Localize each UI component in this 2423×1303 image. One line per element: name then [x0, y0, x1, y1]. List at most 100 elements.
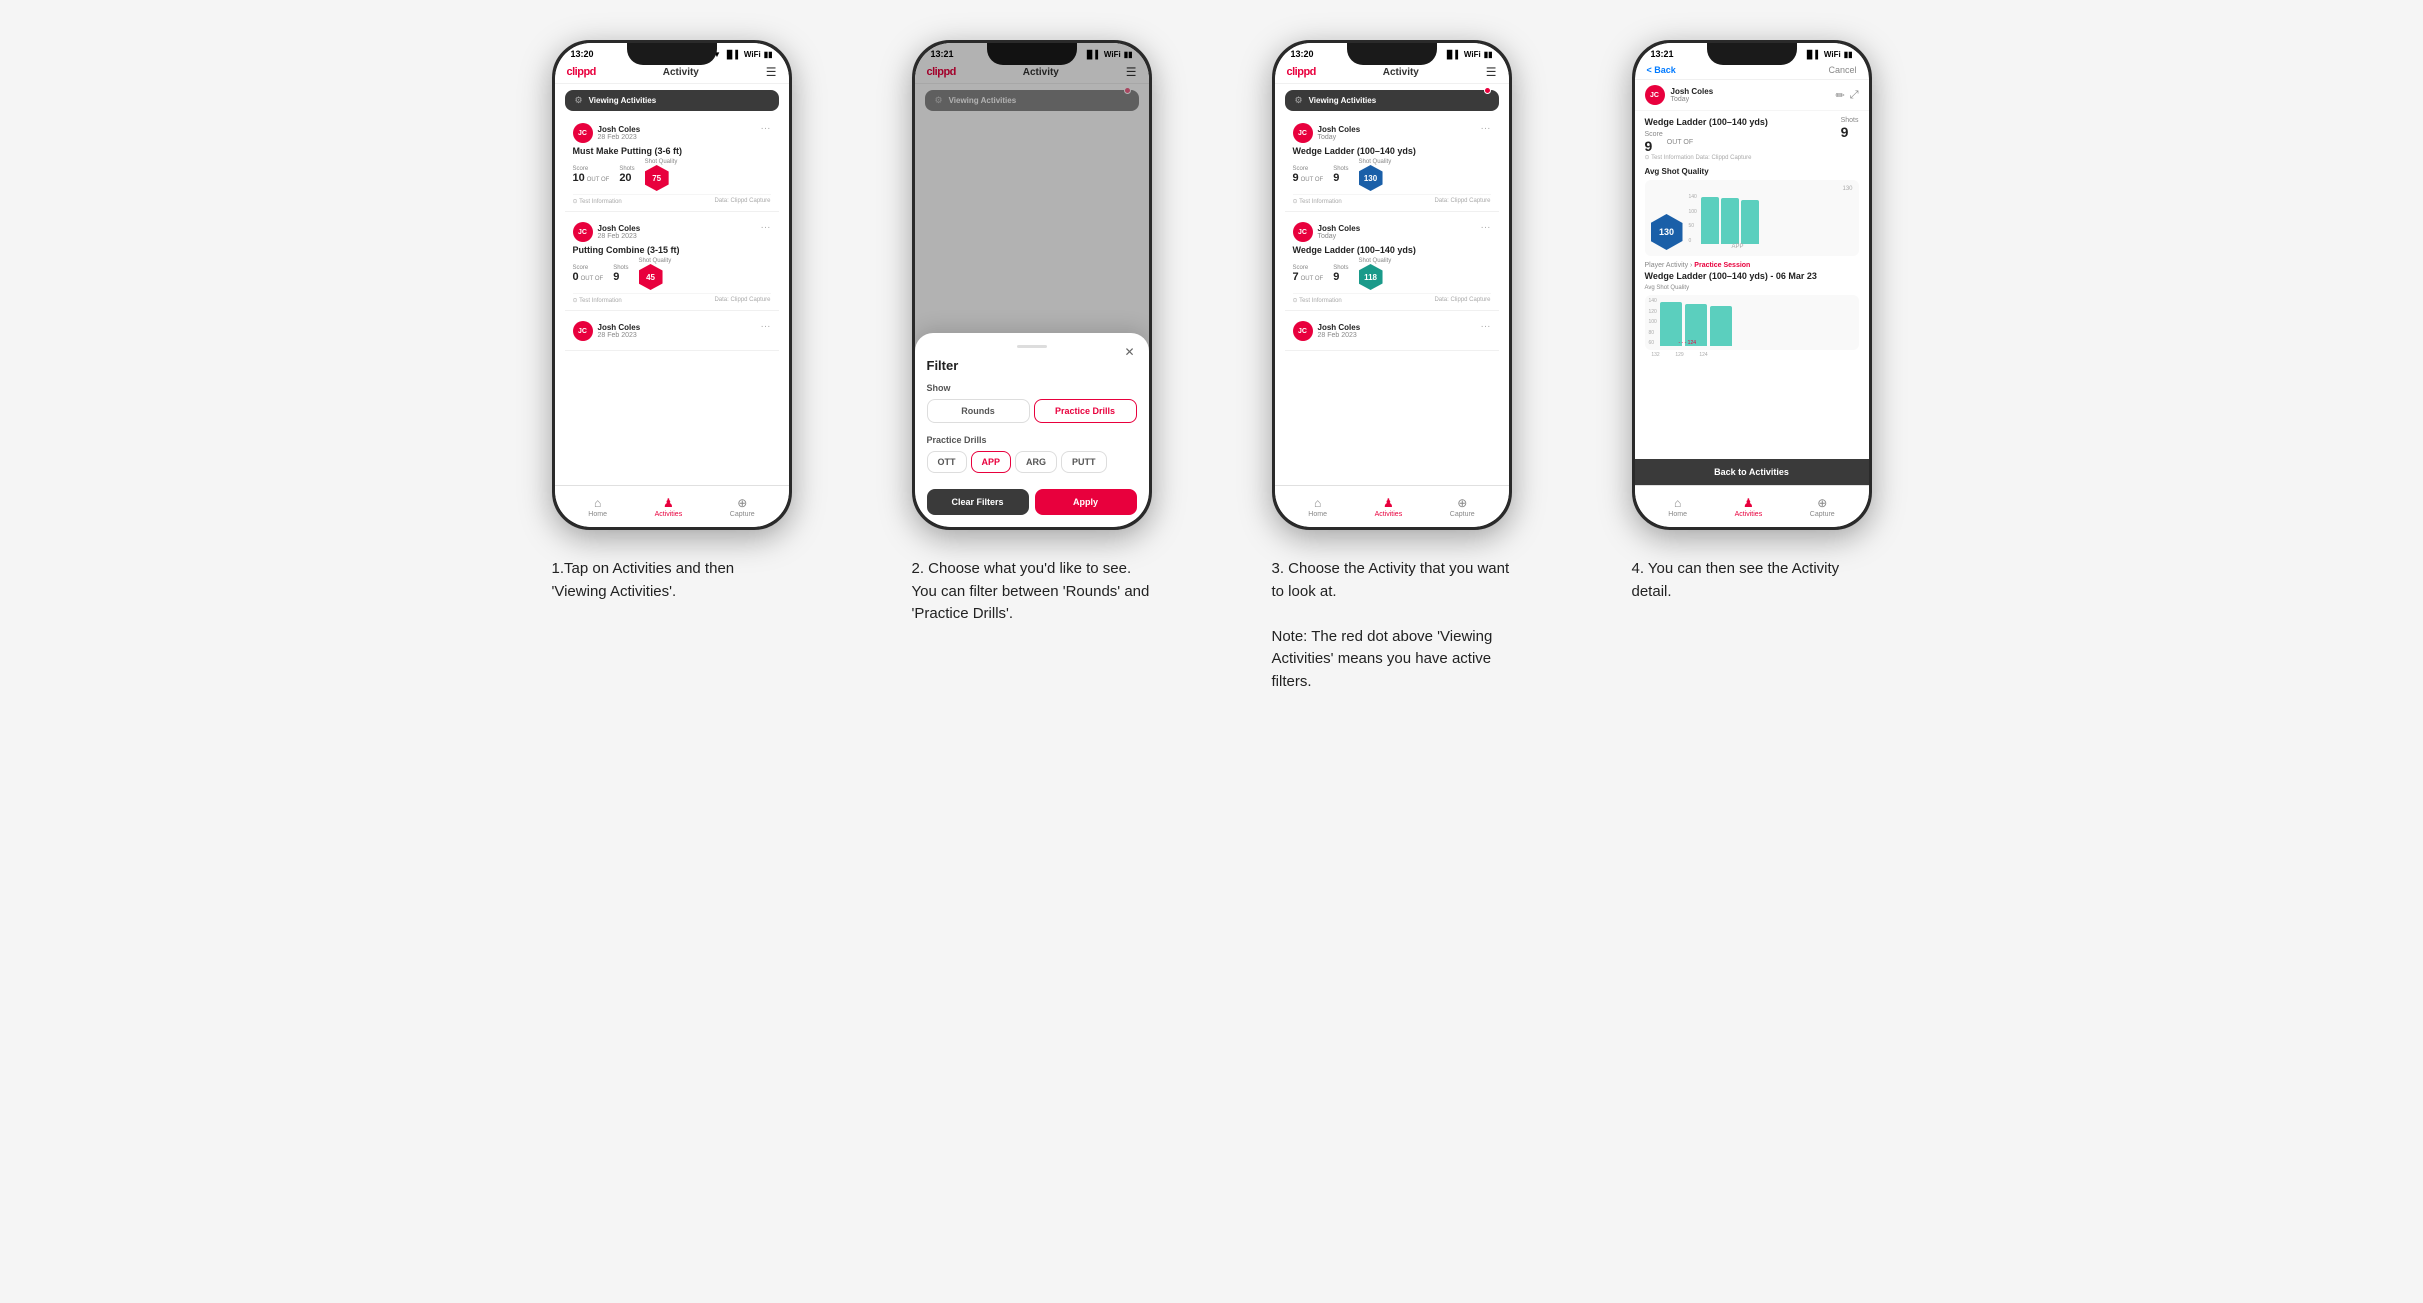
card-header-3-1: JC Josh Coles Today ··· — [1293, 123, 1491, 143]
practice-session-link[interactable]: Practice Session — [1694, 262, 1750, 269]
bottom-nav-1: ⌂ Home ♟ Activities ⊕ Capture — [555, 485, 789, 527]
clear-filters-button[interactable]: Clear Filters — [927, 489, 1029, 515]
bar-container: 140 100 50 0 — [1689, 194, 1853, 244]
user-date-1-1: 28 Feb 2023 — [598, 134, 641, 141]
stat-score-value-1-1: 10 OUT OF — [573, 172, 610, 184]
back-button[interactable]: < Back — [1647, 65, 1676, 75]
expand-icon[interactable]: ⤢ — [1850, 89, 1859, 102]
card-menu-1-1[interactable]: ··· — [761, 123, 771, 134]
status-time-1: 13:20 — [571, 49, 594, 59]
stat-shots-1-1: Shots 20 — [619, 166, 634, 184]
activities-icon-4: ♟ — [1743, 496, 1754, 510]
activity-card-1-1[interactable]: JC Josh Coles 28 Feb 2023 ··· Must Make … — [565, 117, 779, 212]
hamburger-icon-3[interactable]: ☰ — [1486, 65, 1497, 79]
user-date-3-2: Today — [1318, 233, 1361, 240]
modal-actions: Clear Filters Apply — [927, 489, 1137, 515]
card-title-1-1: Must Make Putting (3-6 ft) — [573, 146, 771, 156]
viewing-bar-text-1: Viewing Activities — [589, 96, 657, 105]
drill-group: OTT APP ARG PUTT — [927, 451, 1137, 473]
drill-btn-app[interactable]: APP — [971, 451, 1012, 473]
drill-btn-arg[interactable]: ARG — [1015, 451, 1057, 473]
drill-btn-putt[interactable]: PUTT — [1061, 451, 1107, 473]
phone-3: 13:20 ▐▌▌ WiFi ▮▮ clippd Activity ☰ ⚙ — [1272, 40, 1512, 530]
phone-1: 13:20 ▲ ▼ ▐▌▌ WiFi ▮▮ clippd Activity — [552, 40, 792, 530]
user-details-3-1: Josh Coles Today — [1318, 125, 1361, 141]
apply-button[interactable]: Apply — [1035, 489, 1137, 515]
card-menu-1-2[interactable]: ··· — [761, 222, 771, 233]
red-dot-3 — [1484, 87, 1491, 94]
card-menu-3-3[interactable]: ··· — [1481, 321, 1491, 332]
avg-sq-section-title: Avg Shot Quality — [1645, 167, 1859, 176]
phone-column-3: 13:20 ▐▌▌ WiFi ▮▮ clippd Activity ☰ ⚙ — [1232, 40, 1552, 693]
card-menu-3-1[interactable]: ··· — [1481, 123, 1491, 134]
edit-icon[interactable]: ✏ — [1835, 89, 1844, 102]
filter-modal-2: ✕ Filter Show Rounds Practice Drills Pra… — [915, 333, 1149, 527]
capture-icon-3: ⊕ — [1457, 496, 1467, 510]
caption-3: 3. Choose the Activity that you want to … — [1272, 558, 1512, 693]
nav-activities-4[interactable]: ♟ Activities — [1735, 496, 1763, 518]
nav-home-3[interactable]: ⌂ Home — [1308, 496, 1327, 518]
test-info-row: ⊙ Test Information Data: Clippd Capture — [1645, 154, 1859, 161]
status-icons-4: ▐▌▌ WiFi ▮▮ — [1804, 50, 1853, 59]
card-footer-1-2: ⊙ Test Information Data: Clippd Capture — [573, 293, 771, 304]
chart-y-labels: 140 100 50 0 — [1689, 194, 1697, 244]
viewing-bar-3[interactable]: ⚙ Viewing Activities — [1285, 90, 1499, 111]
activity-card-3-2[interactable]: JC Josh Coles Today ··· Wedge Ladder (10… — [1285, 216, 1499, 311]
caption-2: 2. Choose what you'd like to see. You ca… — [912, 558, 1152, 626]
nav-home-label-1: Home — [588, 511, 607, 518]
chart-label-row: APP — [1689, 244, 1853, 250]
card-footer-3-2: ⊙ Test Information Data: Clippd Capture — [1293, 293, 1491, 304]
toggle-practice-drills[interactable]: Practice Drills — [1034, 399, 1137, 423]
bar-3 — [1741, 200, 1759, 244]
drill-btn-ott[interactable]: OTT — [927, 451, 967, 473]
phone-column-4: 13:21 ▐▌▌ WiFi ▮▮ < Back Cancel JC — [1592, 40, 1912, 693]
activity-card-3-3[interactable]: JC Josh Coles 28 Feb 2023 ··· — [1285, 315, 1499, 351]
back-to-activities-button[interactable]: Back to Activities — [1635, 459, 1869, 485]
status-icons-3: ▐▌▌ WiFi ▮▮ — [1444, 50, 1493, 59]
nav-capture-1[interactable]: ⊕ Capture — [730, 496, 755, 518]
avatar-3-1: JC — [1293, 123, 1313, 143]
activity-card-1-3[interactable]: JC Josh Coles 28 Feb 2023 ··· — [565, 315, 779, 351]
modal-close-btn[interactable]: ✕ — [1124, 345, 1134, 359]
card-header-1-1: JC Josh Coles 28 Feb 2023 ··· — [573, 123, 771, 143]
nav-home-1[interactable]: ⌂ Home — [588, 496, 607, 518]
cancel-button[interactable]: Cancel — [1828, 65, 1856, 75]
filter-icon-1: ⚙ — [575, 95, 583, 106]
activity-card-3-1[interactable]: JC Josh Coles Today ··· Wedge Ladder (10… — [1285, 117, 1499, 212]
home-icon-4: ⌂ — [1674, 496, 1681, 510]
header-title-3: Activity — [1383, 67, 1419, 78]
hamburger-icon-1[interactable]: ☰ — [766, 65, 777, 79]
card-menu-3-2[interactable]: ··· — [1481, 222, 1491, 233]
nav-activities-3[interactable]: ♟ Activities — [1375, 496, 1403, 518]
nav-activities-1[interactable]: ♟ Activities — [655, 496, 683, 518]
hex-badge: 130 — [1651, 214, 1683, 250]
detail-shots-val: 9 — [1841, 124, 1859, 140]
stat-sq-1-2: Shot Quality 45 — [639, 258, 672, 290]
header-title-1: Activity — [663, 67, 699, 78]
user-info-1-1: JC Josh Coles 28 Feb 2023 — [573, 123, 641, 143]
viewing-bar-1[interactable]: ⚙ Viewing Activities — [565, 90, 779, 111]
stat-sq-1-1: Shot Quality 75 — [645, 159, 678, 191]
stat-shots-value-1-1: 20 — [619, 172, 634, 184]
card-menu-1-3[interactable]: ··· — [761, 321, 771, 332]
phone-column-1: 13:20 ▲ ▼ ▐▌▌ WiFi ▮▮ clippd Activity — [512, 40, 832, 693]
card-title-1-2: Putting Combine (3-15 ft) — [573, 245, 771, 255]
user-info-1-3: JC Josh Coles 28 Feb 2023 — [573, 321, 641, 341]
detail-drill-title: Wedge Ladder (100–140 yds) — [1645, 117, 1768, 127]
bar-2 — [1721, 198, 1739, 244]
toggle-rounds[interactable]: Rounds — [927, 399, 1030, 423]
nav-capture-4[interactable]: ⊕ Capture — [1810, 496, 1835, 518]
viewing-bar-text-3: Viewing Activities — [1309, 96, 1377, 105]
sq-badge-3-2: 118 — [1359, 264, 1383, 290]
nav-capture-3[interactable]: ⊕ Capture — [1450, 496, 1475, 518]
detail-shots-label: Shots — [1841, 117, 1859, 124]
detail-user-date: Today — [1671, 96, 1714, 103]
phone-screen-1: 13:20 ▲ ▼ ▐▌▌ WiFi ▮▮ clippd Activity — [555, 43, 789, 527]
activity-card-1-2[interactable]: JC Josh Coles 28 Feb 2023 ··· Putting Co… — [565, 216, 779, 311]
capture-icon-4: ⊕ — [1817, 496, 1827, 510]
chart-area: 130 130 140 100 50 0 — [1645, 180, 1859, 256]
user-name-1-1: Josh Coles — [598, 125, 641, 134]
detail-user-info: JC Josh Coles Today — [1645, 85, 1714, 105]
nav-home-4[interactable]: ⌂ Home — [1668, 496, 1687, 518]
detail-score-val: 9 — [1645, 138, 1663, 154]
